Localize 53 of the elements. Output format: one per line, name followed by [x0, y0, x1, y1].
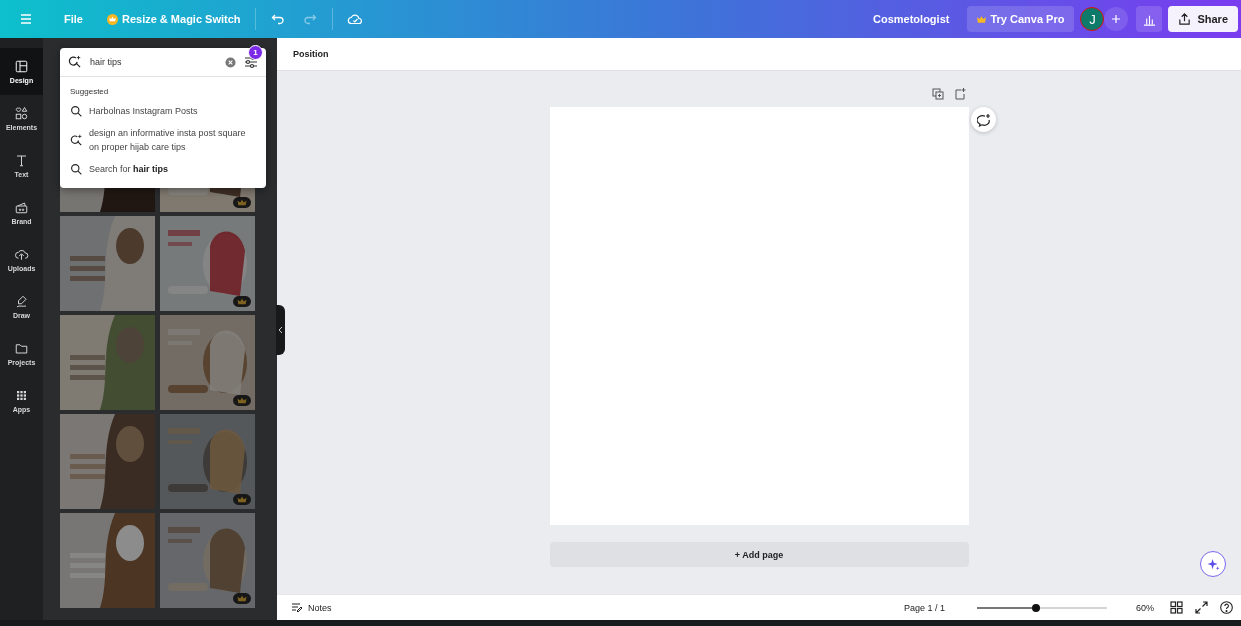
crown-icon: [233, 197, 251, 208]
text-icon: [14, 153, 29, 168]
insights-button[interactable]: [1136, 6, 1163, 32]
share-button[interactable]: Share: [1168, 6, 1238, 32]
add-page-icon[interactable]: [954, 88, 966, 100]
crown-icon: [233, 395, 251, 406]
comment-icon: [976, 112, 991, 127]
position-button[interactable]: Position: [287, 48, 335, 60]
notes-button[interactable]: Notes: [285, 601, 338, 614]
brand-icon: [14, 200, 29, 215]
plus-icon: [1111, 14, 1122, 24]
search-icon: [70, 162, 83, 176]
filter-count-badge: 1: [248, 45, 263, 60]
search-field[interactable]: hair tips 1: [60, 48, 266, 77]
fullscreen-icon[interactable]: [1195, 601, 1208, 614]
try-pro-button[interactable]: Try Canva Pro: [967, 6, 1075, 32]
duplicate-page-icon[interactable]: [932, 88, 944, 100]
magic-search-icon: [68, 55, 82, 69]
shapes-icon: [14, 106, 29, 121]
zoom-slider[interactable]: [977, 606, 1107, 609]
suggestion-item[interactable]: design an informative insta post square on proper hijab care tips: [60, 122, 266, 158]
design-title[interactable]: Cosmetologist: [865, 7, 958, 31]
folder-icon: [14, 341, 29, 356]
search-icon: [70, 104, 83, 118]
layout-icon: [14, 59, 29, 74]
crown-icon: [233, 494, 251, 505]
add-comment-button[interactable]: [971, 107, 996, 132]
user-avatar[interactable]: J: [1080, 7, 1105, 31]
suggestion-item[interactable]: Search for hair tips: [60, 158, 266, 180]
draw-icon: [14, 294, 29, 309]
crown-icon: [106, 13, 118, 25]
magic-search-icon: [70, 133, 83, 147]
crown-icon: [233, 593, 251, 604]
grid-view-icon[interactable]: [1170, 601, 1183, 614]
crown-icon: [977, 15, 987, 23]
menu-icon: [18, 11, 34, 27]
zoom-percentage[interactable]: 60%: [1119, 602, 1154, 613]
help-icon[interactable]: [1220, 601, 1233, 614]
upload-icon: [14, 247, 29, 262]
filter-icon[interactable]: [244, 55, 258, 69]
apps-icon: [14, 388, 29, 403]
sparkle-icon: [1206, 557, 1220, 571]
magic-sparkle-button[interactable]: [1200, 551, 1226, 577]
collapse-panel-handle[interactable]: [276, 305, 285, 355]
suggested-heading: Suggested: [69, 86, 110, 98]
page-indicator[interactable]: Page 1 / 1: [895, 602, 953, 613]
add-page-button[interactable]: + Add page: [549, 542, 969, 567]
notes-icon: [291, 602, 303, 613]
suggestion-item[interactable]: Harbolnas Instagram Posts: [60, 100, 266, 122]
crown-icon: [233, 296, 251, 307]
clear-icon[interactable]: [225, 56, 236, 68]
add-collaborator-button[interactable]: [1104, 7, 1129, 31]
share-icon: [1178, 12, 1192, 26]
